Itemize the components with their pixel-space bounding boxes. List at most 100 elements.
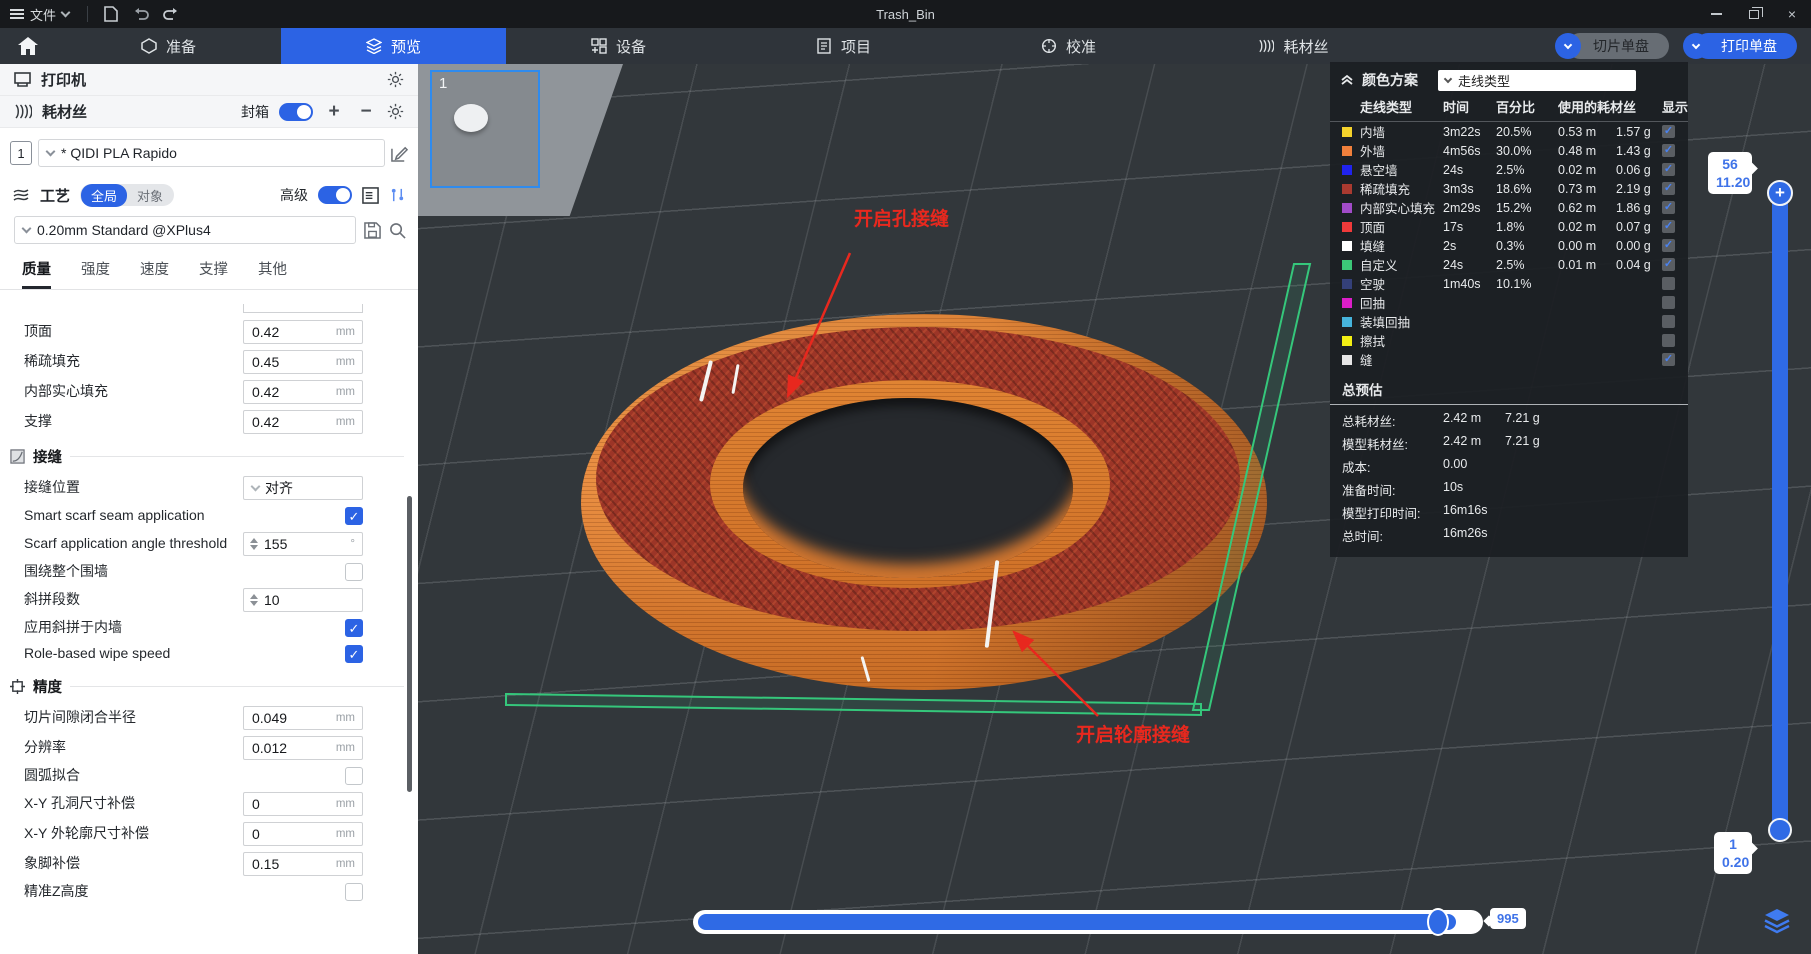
setting-input[interactable]: 0.049 mm [243,706,363,730]
spinner-up-icon[interactable] [250,538,258,543]
gcode-step-slider[interactable]: 995 [693,908,1526,936]
setting-input[interactable]: 0.15 mm [243,852,363,876]
scrollbar-thumb[interactable] [407,496,412,792]
layers-view-button[interactable] [1762,906,1792,936]
add-filament-button[interactable]: + [323,101,345,123]
spinner-arrows[interactable] [244,594,262,606]
print-options-button[interactable] [1683,33,1709,59]
spinner-arrows[interactable] [244,538,262,550]
settings-tab-5[interactable]: 其他 [258,258,287,289]
setting-checkbox[interactable]: ✓ [345,645,363,663]
seal-box-toggle[interactable] [279,102,313,121]
gear-icon[interactable] [387,103,404,120]
setting-input[interactable]: 0.012 mm [243,736,363,760]
setting-input[interactable]: 0.42 mm [243,410,363,434]
printer-header[interactable]: 打印机 [0,64,418,96]
setting-value: 0.42 [252,324,280,340]
tune-icon[interactable] [389,187,406,204]
line-type-percent: 30.0% [1496,143,1532,158]
setting-input[interactable]: 0.42 mm [243,380,363,404]
display-checkbox[interactable]: ✓ [1662,353,1675,366]
display-checkbox[interactable]: ✓ [1662,125,1675,138]
display-checkbox[interactable]: ✓ [1662,239,1675,252]
search-icon[interactable] [389,222,406,239]
maximize-button[interactable] [1735,0,1773,28]
layer-slider-track[interactable] [1772,192,1788,836]
step-slider-handle[interactable] [1427,908,1449,936]
minimize-button[interactable] [1697,0,1735,28]
advanced-toggle[interactable] [318,186,352,204]
display-checkbox[interactable]: ✓ [1662,182,1675,195]
slice-plate-label: 切片单盘 [1567,33,1669,59]
display-checkbox[interactable]: ✓ [1662,258,1675,271]
display-checkbox[interactable]: ✓ [1662,220,1675,233]
slice-plate-button[interactable]: 切片单盘 [1555,33,1669,59]
nav-tab-5[interactable]: 校准 [956,28,1181,64]
display-checkbox[interactable] [1662,315,1675,328]
line-type-label: 内部实心填充 [1360,202,1436,216]
slice-options-button[interactable] [1555,33,1581,59]
nav-tab-icon [816,38,832,54]
nav-tab-4[interactable]: 项目 [731,28,956,64]
totals-value-2: 7.21 g [1505,434,1540,448]
settings-list-icon[interactable] [362,186,379,204]
layer-slider-bottom-handle[interactable] [1768,818,1792,842]
spinner-down-icon[interactable] [250,601,258,606]
edit-icon[interactable] [391,145,408,162]
setting-checkbox[interactable] [345,883,363,901]
line-type-swatch [1342,126,1352,137]
display-checkbox[interactable]: ✓ [1662,163,1675,176]
scope-switch[interactable]: 全局 对象 [80,183,175,207]
nav-tab-6[interactable]: 耗材丝 [1181,28,1406,64]
redo-button[interactable] [156,0,186,28]
remove-filament-button[interactable]: − [355,101,377,123]
print-plate-button[interactable]: 打印单盘 [1683,33,1797,59]
display-checkbox[interactable] [1662,296,1675,309]
setting-input[interactable]: 0 mm [243,822,363,846]
close-button[interactable]: × [1773,0,1811,28]
nav-tab-3[interactable]: 设备 [506,28,731,64]
scope-object[interactable]: 对象 [127,184,173,207]
settings-scroll-area[interactable]: 顶面 0.42 mm 稀疏填充 0.45 mm 内部实心填充 0.42 mm 支撑 0.42 mm 接缝… [0,302,418,954]
save-icon[interactable] [364,221,381,239]
slicer-window: 文件 Trash_Bin × 准备 预览 设备 项目 校准 耗材丝 切片单盘 打… [0,0,1811,954]
undo-button[interactable] [126,0,156,28]
filament-header[interactable]: 耗材丝 封箱 + − [0,96,418,128]
display-checkbox[interactable]: ✓ [1662,201,1675,214]
filament-preset-dropdown[interactable]: * QIDI PLA Rapido [38,139,385,167]
home-button[interactable] [0,28,56,64]
spinner-down-icon[interactable] [250,545,258,550]
layers-icon [1764,909,1790,934]
nav-tab-1[interactable]: 准备 [56,28,281,64]
settings-tab-1[interactable]: 质量 [22,258,51,289]
settings-tab-4[interactable]: 支撑 [199,258,228,289]
setting-spinner[interactable]: 10 [243,588,363,612]
display-checkbox[interactable] [1662,277,1675,290]
nav-tab-2[interactable]: 预览 [281,28,506,64]
line-type-time: 2m29s [1443,200,1481,215]
settings-tab-2[interactable]: 强度 [81,258,110,289]
setting-input[interactable]: 0.42 mm [243,320,363,344]
layer-slider-top-handle[interactable]: + [1767,180,1793,206]
filament-icon [15,104,32,119]
setting-input[interactable]: 0.45 mm [243,350,363,374]
collapse-icon[interactable] [1340,74,1354,86]
gear-icon[interactable] [387,71,404,88]
setting-checkbox[interactable] [345,767,363,785]
spinner-up-icon[interactable] [250,594,258,599]
setting-dropdown[interactable]: 对齐 [243,476,363,500]
setting-checkbox[interactable] [345,563,363,581]
settings-tab-3[interactable]: 速度 [140,258,169,289]
process-preset-dropdown[interactable]: 0.20mm Standard @XPlus4 [14,216,356,244]
display-checkbox[interactable]: ✓ [1662,144,1675,157]
view-type-dropdown[interactable]: 走线类型 [1438,69,1636,91]
new-project-button[interactable] [96,0,126,28]
setting-value: 0.45 [252,354,280,370]
setting-spinner[interactable]: 155 ° [243,532,363,556]
setting-input[interactable]: 0 mm [243,792,363,816]
setting-checkbox[interactable]: ✓ [345,619,363,637]
setting-checkbox[interactable]: ✓ [345,507,363,525]
scope-global[interactable]: 全局 [81,183,128,207]
display-checkbox[interactable] [1662,334,1675,347]
file-menu[interactable]: 文件 [0,0,79,28]
